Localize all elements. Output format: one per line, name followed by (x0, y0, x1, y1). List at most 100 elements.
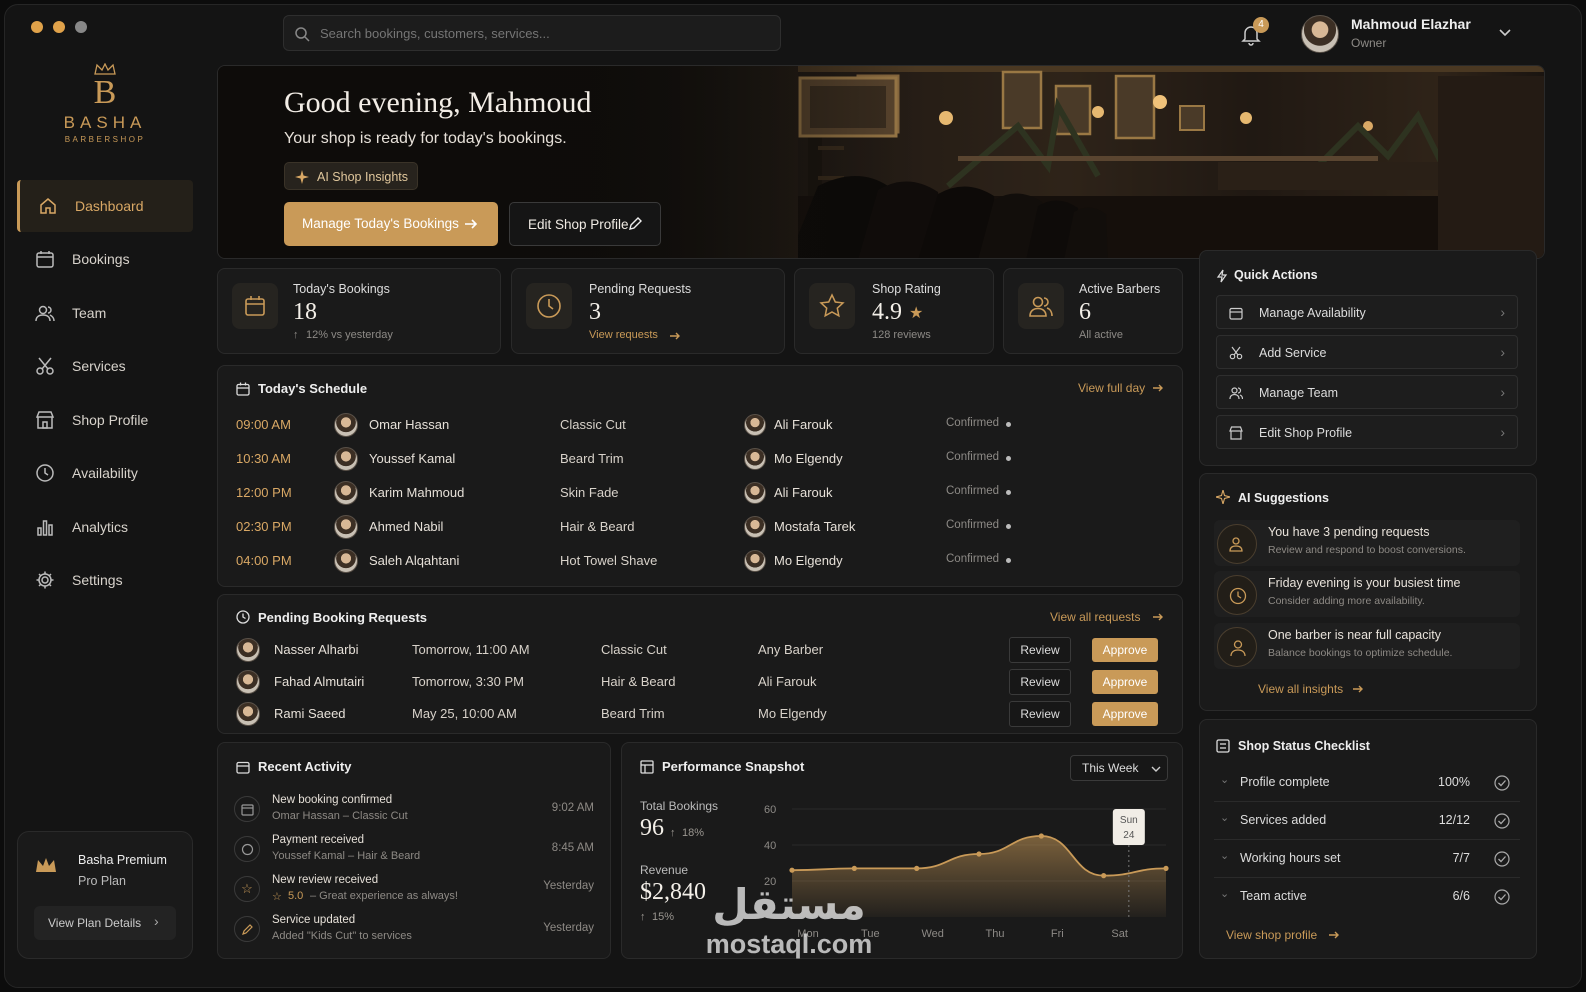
sidebar-item-services[interactable]: Services (17, 340, 193, 392)
calendar-check-icon (234, 796, 260, 822)
activity-item[interactable]: Payment received Youssef Kamal – Hair & … (232, 832, 596, 870)
quick-action-label: Edit Shop Profile (1259, 426, 1353, 440)
plan-tier: Pro Plan (78, 874, 126, 888)
plan-name: Basha Premium (78, 853, 167, 867)
review-button[interactable]: Review (1009, 669, 1071, 695)
checklist-value: 12/12 (1438, 813, 1470, 827)
schedule-status: Confirmed (946, 519, 1000, 531)
suggestion-item[interactable]: Friday evening is your busiest time Cons… (1214, 571, 1520, 617)
sidebar-item-dashboard[interactable]: Dashboard (17, 180, 193, 232)
checklist-item[interactable]: ⌄ Services added 12/12 (1214, 802, 1520, 840)
todays-schedule-card: Today's Schedule View full day 09:00 AM … (217, 365, 1183, 587)
checklist-value: 7/7 (1452, 851, 1470, 865)
sidebar-item-team[interactable]: Team (17, 287, 193, 339)
edit-icon (234, 916, 260, 942)
checklist-item[interactable]: ⌄ Working hours set 7/7 (1214, 840, 1520, 878)
bookings-area-chart[interactable]: 604020Sun24MonTueWedThuFriSatSun (762, 795, 1172, 945)
chevron-down-icon: ⌄ (1220, 812, 1230, 824)
arrow-right-icon (1153, 384, 1163, 392)
gear-icon (36, 571, 54, 589)
y-tick-label: 20 (764, 876, 776, 888)
pending-when: Tomorrow, 11:00 AM (412, 642, 530, 657)
calendar-icon (245, 296, 265, 316)
suggestion-detail: Review and respond to boost conversions. (1268, 544, 1466, 556)
users-icon (1229, 387, 1243, 400)
review-button[interactable]: Review (1009, 701, 1071, 727)
ai-insights-chip[interactable]: AI Shop Insights (284, 162, 418, 190)
brand-sub: BARBERSHOP (64, 135, 146, 144)
sidebar-item-shop-profile[interactable]: Shop Profile (17, 394, 193, 446)
ai-suggestions-card: AI Suggestions You have 3 pending reques… (1199, 473, 1537, 711)
series-area (792, 836, 1166, 917)
quick-action-edit-shop-profile[interactable]: Edit Shop Profile › (1216, 415, 1518, 449)
schedule-row[interactable]: 10:30 AM Youssef Kamal Beard Trim Mo Elg… (218, 444, 1178, 474)
barber-avatar (744, 516, 766, 538)
stat-card-barbers[interactable]: Active Barbers 6 All active (1003, 268, 1183, 354)
view-requests-link[interactable]: View requests (589, 329, 658, 341)
view-full-day-link[interactable]: View full day (1078, 381, 1168, 399)
hero-banner: Good evening, Mahmoud Your shop is ready… (217, 65, 1545, 259)
activity-item[interactable]: Service updated Added "Kids Cut" to serv… (232, 912, 596, 950)
schedule-row[interactable]: 04:00 PM Saleh Alqahtani Hot Towel Shave… (218, 546, 1178, 576)
chevron-down-icon: ⌄ (1220, 774, 1230, 786)
suggestion-detail: Consider adding more availability. (1268, 595, 1425, 607)
bookings-trend-icon: ↑ (670, 827, 676, 839)
user-role: Owner (1351, 36, 1387, 50)
view-all-insights-link[interactable]: View all insights (1258, 682, 1378, 700)
view-all-requests-link[interactable]: View all requests (1050, 610, 1166, 628)
approve-button[interactable]: Approve (1092, 638, 1158, 662)
sidebar-item-bookings[interactable]: Bookings (17, 233, 193, 285)
schedule-row[interactable]: 09:00 AM Omar Hassan Classic Cut Ali Far… (218, 410, 1178, 440)
edit-shop-profile-button[interactable]: Edit Shop Profile (509, 202, 661, 246)
customer-avatar (236, 638, 260, 662)
checklist-item[interactable]: ⌄ Team active 6/6 (1214, 878, 1520, 916)
stat-card-rating[interactable]: Shop Rating 4.9 ★ 128 reviews (794, 268, 994, 354)
sidebar-item-settings[interactable]: Settings (17, 554, 193, 606)
approve-button[interactable]: Approve (1092, 702, 1158, 726)
sidebar-item-availability[interactable]: Availability (17, 447, 193, 499)
range-dropdown[interactable]: This Week (1070, 755, 1168, 781)
notification-button[interactable]: 4 (1237, 17, 1269, 49)
window-close-dot[interactable] (31, 21, 43, 33)
users-icon (1217, 524, 1257, 564)
x-tick-label: Mon (797, 928, 818, 940)
bookings-change: 18% (682, 827, 705, 839)
window-zoom-dot[interactable] (75, 21, 87, 33)
stat-card-pending[interactable]: Pending Requests 3 View requests (511, 268, 785, 354)
data-point-mon (789, 867, 795, 873)
window-minimize-dot[interactable] (53, 21, 65, 33)
sidebar-item-analytics[interactable]: Analytics (17, 501, 193, 553)
chevron-down-icon: ⌄ (1220, 888, 1230, 900)
view-full-day-label: View full day (1078, 381, 1146, 395)
quick-action-manage-team[interactable]: Manage Team › (1216, 375, 1518, 409)
suggestion-title: One barber is near full capacity (1268, 628, 1442, 642)
suggestion-item[interactable]: One barber is near full capacity Balance… (1214, 623, 1520, 669)
view-shop-profile-link[interactable]: View shop profile (1226, 928, 1356, 946)
activity-item[interactable]: ☆ New review received ☆ 5.0 – Great expe… (232, 872, 596, 910)
search-input[interactable] (320, 22, 760, 44)
review-button[interactable]: Review (1009, 637, 1071, 663)
search-bar[interactable] (283, 15, 781, 51)
checklist-item[interactable]: ⌄ Profile complete 100% (1214, 764, 1520, 802)
stat-card-bookings[interactable]: Today's Bookings 18 ↑ 12% vs yesterday (217, 268, 501, 354)
app-window: 4 Mahmoud Elazhar Owner B BASHA BARBERSH… (4, 4, 1582, 988)
schedule-row[interactable]: 12:00 PM Karim Mahmoud Skin Fade Ali Far… (218, 478, 1178, 508)
star-icon (819, 293, 845, 318)
brand-logo: B BASHA BARBERSHOP (45, 63, 165, 159)
approve-button[interactable]: Approve (1092, 670, 1158, 694)
view-plan-button[interactable]: View Plan Details › (34, 906, 176, 940)
edit-shop-profile-label: Edit Shop Profile (528, 217, 629, 232)
schedule-row[interactable]: 02:30 PM Ahmed Nabil Hair & Beard Mostaf… (218, 512, 1178, 542)
manage-bookings-button[interactable]: Manage Today's Bookings (284, 202, 498, 246)
activity-item[interactable]: New booking confirmed Omar Hassan – Clas… (232, 792, 596, 830)
stat-label: Shop Rating (872, 282, 941, 296)
chevron-down-icon: ⌄ (1220, 850, 1230, 862)
quick-action-add-service[interactable]: Add Service › (1216, 335, 1518, 369)
notification-badge: 4 (1253, 17, 1269, 33)
chevron-down-icon[interactable] (1499, 29, 1511, 37)
user-avatar[interactable] (1301, 15, 1339, 53)
quick-action-manage-availability[interactable]: Manage Availability › (1216, 295, 1518, 329)
suggestion-item[interactable]: You have 3 pending requests Review and r… (1214, 520, 1520, 566)
activity-detail: Omar Hassan – Classic Cut (272, 810, 408, 822)
revenue-trend-icon: ↑ (640, 911, 646, 923)
